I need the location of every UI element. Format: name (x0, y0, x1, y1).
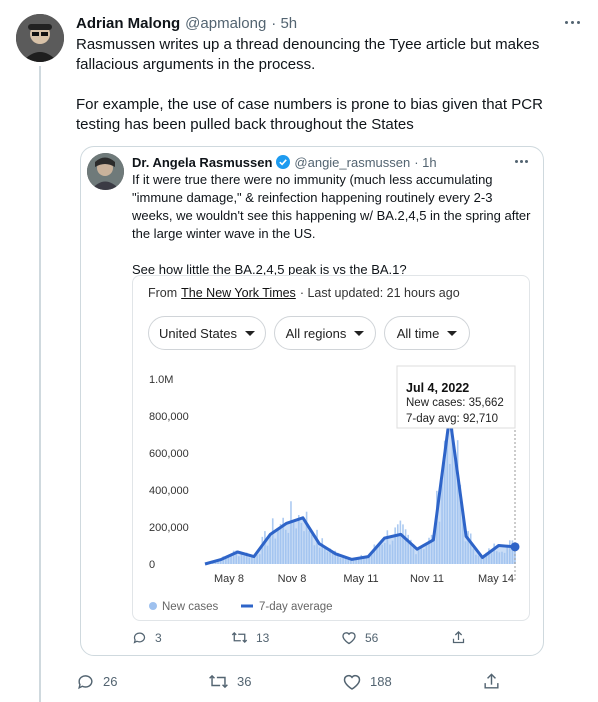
quote-avatar-image (87, 153, 124, 190)
reply-icon (78, 675, 93, 690)
legend-new-cases-label: New cases (162, 601, 218, 613)
quote-like-count: 56 (365, 630, 379, 645)
share-icon (484, 673, 499, 689)
author-avatar-image (16, 14, 64, 62)
tooltip-new-cases: New cases: 35,662 (406, 397, 504, 409)
verified-badge-icon (276, 155, 291, 169)
author-avatar[interactable] (16, 14, 64, 62)
retweet-count: 36 (237, 674, 252, 689)
quote-share-button[interactable] (451, 630, 466, 645)
cases-chart-svg: 0 200,000 400,000 600,000 800,000 1.0M May 8 No… (149, 365, 520, 613)
author-handle[interactable]: @apmalong (185, 15, 266, 32)
quote-like-button[interactable]: 56 (341, 630, 378, 645)
heart-icon (343, 674, 361, 690)
retweet-button[interactable]: 36 (208, 672, 251, 691)
author-name[interactable]: Adrian Malong (76, 15, 180, 32)
y-tick-label: 800,000 (149, 411, 189, 423)
y-tick-label: 0 (149, 559, 155, 571)
legend-new-cases-swatch (149, 602, 157, 610)
y-tick-label: 600,000 (149, 448, 189, 460)
x-tick-label: Nov 11 (410, 573, 444, 585)
quote-more-options-icon[interactable] (511, 153, 531, 169)
tooltip-date: Jul 4, 2022 (406, 381, 469, 395)
quote-time[interactable]: · 1h (414, 155, 436, 170)
quote-header: Dr. Angela Rasmussen @angie_rasmussen · … (132, 153, 512, 171)
like-button[interactable]: 188 (342, 672, 392, 691)
x-tick-label: May 11 (343, 573, 378, 585)
tweet-text: Rasmussen writes up a thread denouncing … (76, 36, 543, 133)
quote-author-avatar[interactable] (87, 153, 124, 190)
retweet-icon (231, 631, 248, 644)
reply-button[interactable]: 26 (76, 672, 117, 691)
more-options-icon[interactable] (560, 12, 584, 32)
quote-reply-count: 3 (155, 630, 162, 645)
seven-day-average-line (204, 414, 516, 566)
y-tick-label: 1.0M (149, 374, 173, 386)
quote-author-name[interactable]: Dr. Angela Rasmussen (132, 155, 272, 170)
x-tick-label: Nov 8 (278, 573, 307, 585)
x-tick-label: May 14 (478, 573, 514, 585)
share-button[interactable] (482, 672, 501, 691)
reply-count: 26 (103, 674, 118, 689)
like-count: 188 (370, 674, 392, 689)
highlighted-point (510, 542, 520, 552)
share-icon (452, 630, 465, 644)
quoted-tweet[interactable]: Dr. Angela Rasmussen @angie_rasmussen · … (80, 146, 544, 656)
quote-reply-button[interactable]: 3 (132, 630, 162, 645)
quote-text: If it were true there were no immunity (… (132, 172, 531, 277)
quote-retweet-count: 13 (256, 630, 270, 645)
quote-retweet-button[interactable]: 13 (231, 630, 269, 645)
x-tick-label: May 8 (214, 573, 244, 585)
y-tick-label: 400,000 (149, 485, 189, 497)
tweet-time[interactable]: · 5h (271, 15, 297, 32)
tweet-header: Adrian Malong @apmalong · 5h (76, 13, 556, 33)
tooltip-avg: 7-day avg: 92,710 (406, 413, 498, 425)
reply-icon (133, 632, 146, 644)
y-tick-label: 200,000 (149, 522, 189, 534)
thread-line (39, 66, 41, 702)
legend-avg-label: 7-day average (259, 601, 333, 613)
heart-icon (342, 632, 356, 645)
retweet-icon (209, 674, 228, 689)
chart-image[interactable]: From The New York Times · Last updated: … (132, 275, 530, 621)
quote-author-handle[interactable]: @angie_rasmussen (294, 155, 410, 170)
